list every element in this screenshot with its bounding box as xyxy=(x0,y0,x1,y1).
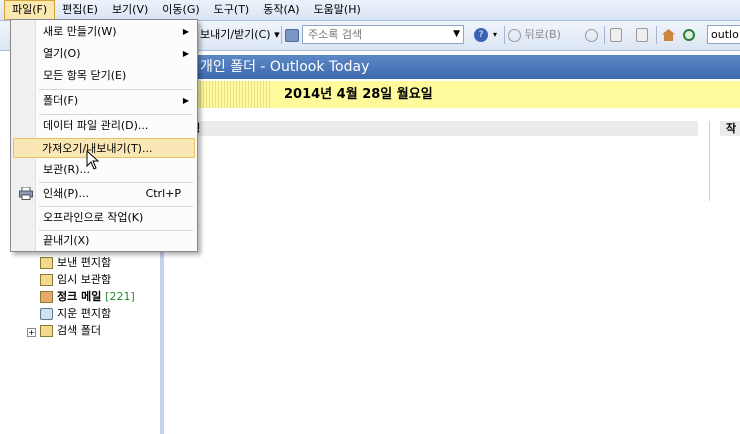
sent-folder-icon xyxy=(40,257,53,269)
menu-separator xyxy=(39,114,193,115)
menu-item-exit[interactable]: 끝내기(X) xyxy=(13,231,195,251)
submenu-arrow-icon: ▶ xyxy=(182,49,189,58)
forward-icon[interactable] xyxy=(585,25,598,45)
menu-item-folder[interactable]: 폴더(F) ▶ xyxy=(13,91,195,111)
folder-drafts[interactable]: 임시 보관함 xyxy=(40,272,111,288)
menu-edit[interactable]: 편집(E) xyxy=(55,0,105,20)
unread-count: [221] xyxy=(105,290,135,303)
menu-item-work-offline[interactable]: 오프라인으로 작업(K) xyxy=(13,208,195,228)
menu-item-open[interactable]: 열기(O) ▶ xyxy=(13,44,195,64)
menu-separator xyxy=(39,182,193,183)
menu-actions[interactable]: 동작(A) xyxy=(256,0,306,20)
home-icon[interactable] xyxy=(662,25,675,45)
folder-junk-mail[interactable]: 정크 메일 [221] xyxy=(40,289,135,305)
search-icon[interactable] xyxy=(683,25,695,45)
menu-item-data-file-management[interactable]: 데이터 파일 관리(D)... xyxy=(13,116,195,136)
help-icon[interactable]: ? xyxy=(474,25,488,45)
folder-search-folders[interactable]: 검색 폴더 xyxy=(40,323,101,339)
outlook-today-pane: 개인 폴더 - Outlook Today 2014년 4월 28일 월요일 일… xyxy=(164,51,740,434)
toolbar-separator xyxy=(656,26,657,44)
menu-item-import-export[interactable]: 가져오기/내보내기(T)... xyxy=(13,138,195,158)
toolbar-separator xyxy=(281,26,282,44)
trash-icon xyxy=(40,308,53,320)
address-book-icon[interactable] xyxy=(285,25,299,45)
send-receive-button[interactable]: 보내기/받기(C) ▾ xyxy=(200,25,280,45)
search-folder-icon xyxy=(40,325,53,337)
menu-view[interactable]: 보기(V) xyxy=(105,0,155,20)
submenu-arrow-icon: ▶ xyxy=(182,27,189,36)
drafts-folder-icon xyxy=(40,274,53,286)
refresh-icon[interactable] xyxy=(636,25,648,45)
address-book-search-input[interactable]: 주소록 검색 ▼ xyxy=(302,25,464,44)
tasks-column-header: 작 xyxy=(720,121,740,136)
file-menu-dropdown: 새로 만들기(W) ▶ 열기(O) ▶ 모든 항목 닫기(E) 폴더(F) ▶ … xyxy=(10,19,198,252)
calendar-column-header: 일정 xyxy=(174,121,698,136)
menu-item-print[interactable]: 인쇄(P)... Ctrl+P xyxy=(13,184,195,204)
search-input[interactable]: outlo xyxy=(707,25,740,44)
back-button[interactable]: 뒤로(B) xyxy=(508,25,561,45)
mouse-cursor-icon xyxy=(86,150,100,170)
back-icon xyxy=(508,28,521,42)
print-shortcut: Ctrl+P xyxy=(145,187,181,200)
toolbar-separator xyxy=(604,26,605,44)
menu-tools[interactable]: 도구(T) xyxy=(207,0,257,20)
address-book-placeholder: 주소록 검색 xyxy=(308,28,363,41)
toolbar-options-icon[interactable]: ▾ xyxy=(493,25,497,45)
menu-separator xyxy=(39,89,193,90)
menu-item-new[interactable]: 새로 만들기(W) ▶ xyxy=(13,22,195,42)
menu-bar: 파일(F) 편집(E) 보기(V) 이동(G) 도구(T) 동작(A) 도움말(… xyxy=(0,0,740,21)
menu-file[interactable]: 파일(F) xyxy=(4,0,56,20)
menu-go[interactable]: 이동(G) xyxy=(155,0,206,20)
printer-icon xyxy=(19,187,33,200)
submenu-arrow-icon: ▶ xyxy=(182,96,189,105)
today-date: 2014년 4월 28일 월요일 xyxy=(284,87,433,102)
menu-help[interactable]: 도움말(H) xyxy=(307,0,368,20)
date-banner: 2014년 4월 28일 월요일 xyxy=(164,81,740,108)
expand-icon[interactable]: + xyxy=(27,328,36,337)
page-title: 개인 폴더 - Outlook Today xyxy=(164,55,740,79)
menu-separator xyxy=(39,206,193,207)
menu-item-close-all[interactable]: 모든 항목 닫기(E) xyxy=(13,66,195,86)
chevron-down-icon[interactable]: ▼ xyxy=(453,26,460,43)
toolbar-separator xyxy=(504,26,505,44)
stop-icon[interactable] xyxy=(610,25,622,45)
folder-deleted-items[interactable]: 지운 편지함 xyxy=(40,306,111,322)
menu-item-archive[interactable]: 보관(R)... xyxy=(13,160,195,180)
junk-folder-icon xyxy=(40,291,53,303)
folder-sent-items[interactable]: 보낸 편지함 xyxy=(40,255,111,271)
column-divider xyxy=(709,121,710,201)
